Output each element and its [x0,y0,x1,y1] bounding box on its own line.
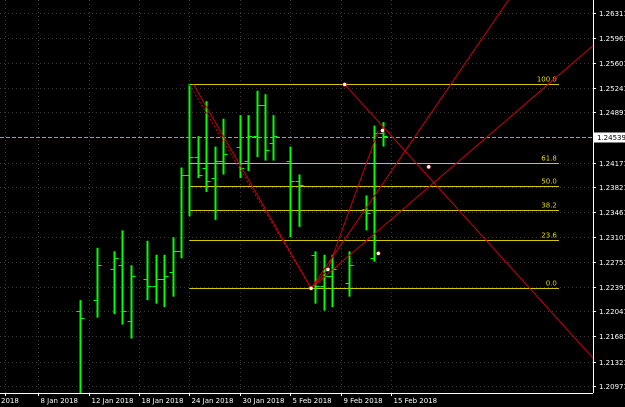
price-tick-label: 1.26311 [599,10,625,18]
fib-level-label: 61.8 [541,155,557,163]
time-tick-label: 30 Jan 2018 [243,397,285,405]
price-tick-label: 1.21681 [599,333,625,341]
price-tick-label: 1.23821 [599,184,625,192]
anchor-point[interactable] [426,164,431,170]
price-tick-label: 1.25241 [599,85,625,93]
chart-background [0,0,625,407]
price-tick-label: 1.22751 [599,259,625,267]
price-tick-label: 1.23461 [599,209,625,217]
fib-level-label: 38.2 [541,202,557,210]
time-tick-label: 15 Feb 2018 [394,397,438,405]
fib-level-label: 50.0 [541,178,557,186]
price-chart[interactable]: 100.061.850.038.223.60.0 1.263111.259611… [0,0,625,407]
time-tick-label: 12 Jan 2018 [92,397,134,405]
anchor-point[interactable] [308,286,314,291]
price-tick-label: 1.20971 [599,383,625,391]
price-tick-label: 1.23101 [599,234,625,242]
anchor-point[interactable] [325,267,331,272]
chart-container: 100.061.850.038.223.60.0 1.263111.259611… [0,0,625,407]
price-tick-label: 1.22041 [599,308,625,316]
time-tick-label: 9 Feb 2018 [344,397,383,405]
anchor-point[interactable] [342,82,347,87]
time-tick-label: 8 Jan 2018 [41,397,79,405]
fib-level-label: 23.6 [541,232,557,240]
price-tick-label: 1.24891 [599,109,625,117]
price-tick-label: 1.22391 [599,284,625,292]
fib-level-label: 0.0 [546,280,557,288]
current-price-label: 1.24539 [597,134,625,142]
price-tick-label: 1.25961 [599,35,625,43]
time-tick-label: 24 Jan 2018 [192,397,234,405]
price-tick-label: 1.24171 [599,160,625,168]
time-tick-label: 5 Feb 2018 [293,397,332,405]
price-tick-label: 1.21321 [599,359,625,367]
anchor-point[interactable] [376,251,381,256]
price-tick-label: 1.25601 [599,60,625,68]
anchor-point[interactable] [380,128,385,133]
time-tick-label: 18 Jan 2018 [142,397,184,405]
time-tick-label: 2018 [1,397,19,405]
